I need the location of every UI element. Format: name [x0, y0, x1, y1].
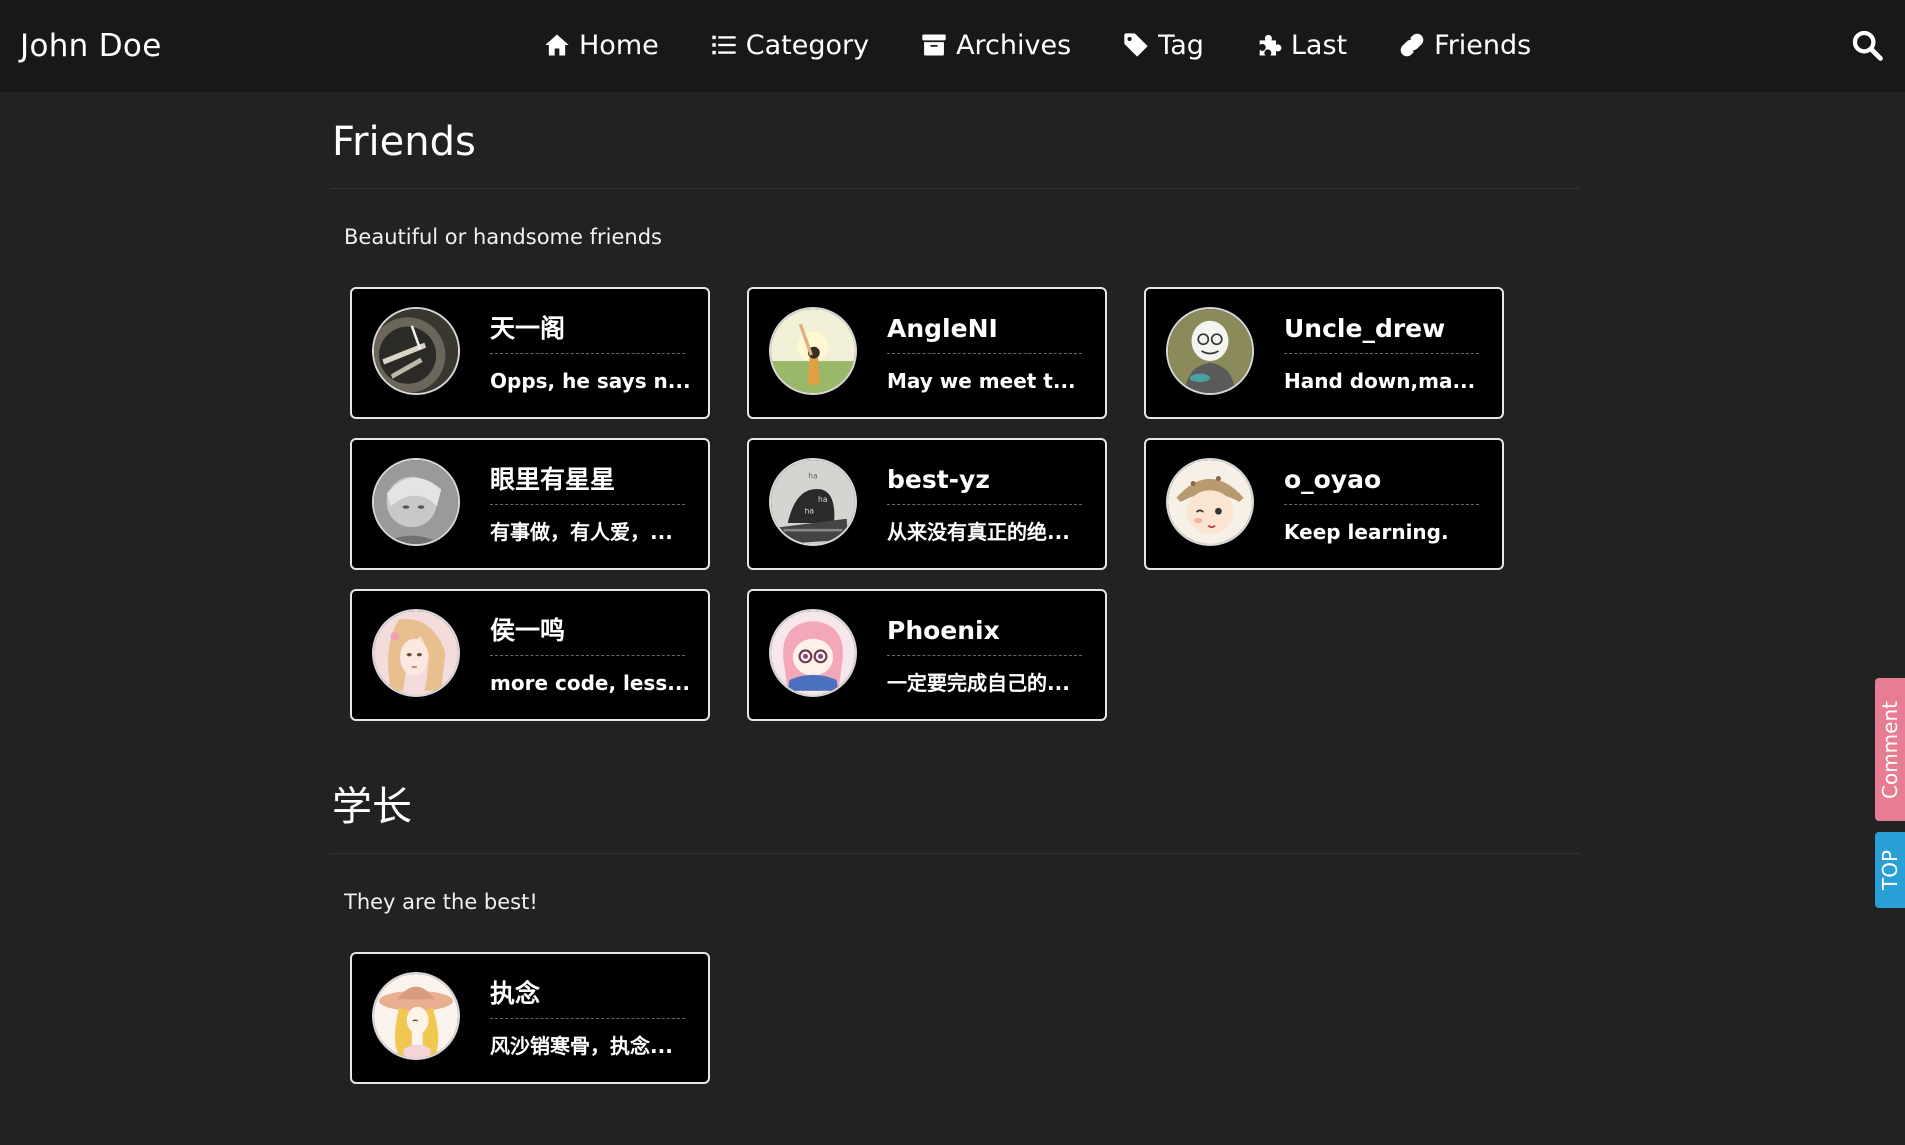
friend-name: 执念 [490, 978, 685, 1019]
friend-card[interactable]: 侯一鸣 more code, less... [350, 589, 710, 721]
friend-description: more code, less... [490, 671, 690, 695]
avatar [769, 609, 857, 697]
search-icon [1852, 30, 1883, 61]
nav-archives[interactable]: Archives [919, 30, 1071, 61]
friend-name: 天一阁 [490, 313, 685, 354]
friend-name: best-yz [887, 464, 1082, 505]
nav-home[interactable]: Home [542, 30, 659, 61]
list-icon [709, 30, 739, 60]
friend-card[interactable]: o_oyao Keep learning. [1144, 438, 1504, 570]
avatar [372, 458, 460, 546]
friend-description: Opps, he says n... [490, 369, 690, 393]
avatar: ha ha ha [769, 458, 857, 546]
friend-card[interactable]: 天一阁 Opps, he says n... [350, 287, 710, 419]
top-tab-label: TOP [1878, 849, 1902, 891]
friends-section: Friends Beautiful or handsome friends 天一… [330, 118, 1580, 721]
section-title-friends: Friends [332, 119, 476, 165]
friend-cards-grid: 执念 风沙销寒骨，执念... [350, 952, 1580, 1084]
comment-side-tab[interactable]: Comment [1875, 678, 1905, 821]
nav-archives-label: Archives [956, 29, 1072, 61]
friend-name: AngleNI [887, 313, 1082, 354]
friend-description: Keep learning. [1284, 520, 1449, 544]
avatar [1166, 458, 1254, 546]
friend-name: 眼里有星星 [490, 464, 685, 505]
nav-friends[interactable]: Friends [1397, 30, 1531, 61]
puzzle-icon [1254, 30, 1284, 60]
nav-tag-label: Tag [1158, 29, 1204, 61]
nav-links: Home Category Archives Tag Last Friends [542, 25, 1531, 65]
section-divider [330, 853, 1580, 854]
avatar [372, 609, 460, 697]
back-to-top-tab[interactable]: TOP [1875, 832, 1905, 908]
search-button[interactable] [1848, 26, 1886, 64]
friend-description: Hand down,ma... [1284, 369, 1476, 393]
friend-name: o_oyao [1284, 464, 1479, 505]
svg-text:ha: ha [818, 495, 827, 504]
friend-description: 有事做，有人爱，... [490, 520, 673, 544]
friend-name: 侯一鸣 [490, 615, 685, 656]
seniors-section: 学长 They are the best! 执念 风沙销寒骨，执念... [330, 783, 1580, 1084]
comment-tab-label: Comment [1878, 700, 1902, 799]
avatar [1166, 307, 1254, 395]
nav-last[interactable]: Last [1254, 30, 1347, 61]
nav-home-label: Home [579, 29, 659, 61]
section-description: They are the best! [344, 890, 538, 914]
main-content: Friends Beautiful or handsome friends 天一… [330, 92, 1580, 1084]
friend-card[interactable]: 眼里有星星 有事做，有人爱，... [350, 438, 710, 570]
section-description: Beautiful or handsome friends [344, 225, 662, 249]
link-icon [1397, 30, 1427, 60]
friend-card[interactable]: Phoenix 一定要完成自己的... [747, 589, 1107, 721]
avatar [769, 307, 857, 395]
nav-category[interactable]: Category [709, 30, 869, 61]
tag-icon [1121, 30, 1151, 60]
friend-name: Phoenix [887, 615, 1082, 656]
nav-last-label: Last [1290, 29, 1348, 61]
friend-card[interactable]: 执念 风沙销寒骨，执念... [350, 952, 710, 1084]
section-divider [330, 188, 1580, 189]
friend-description: 从来没有真正的绝... [887, 520, 1070, 544]
friend-name: Uncle_drew [1284, 313, 1479, 354]
friend-description: 风沙销寒骨，执念... [490, 1034, 673, 1058]
nav-tag[interactable]: Tag [1121, 30, 1204, 61]
site-brand[interactable]: John Doe [20, 27, 162, 65]
svg-text:ha: ha [808, 471, 817, 480]
friend-card[interactable]: Uncle_drew Hand down,ma... [1144, 287, 1504, 419]
svg-text:ha: ha [805, 507, 814, 516]
nav-category-label: Category [745, 29, 870, 61]
friend-description: May we meet t... [887, 369, 1076, 393]
nav-friends-label: Friends [1434, 29, 1532, 61]
section-title-seniors: 学长 [332, 784, 412, 830]
friend-card[interactable]: AngleNI May we meet t... [747, 287, 1107, 419]
avatar [372, 307, 460, 395]
top-navbar: John Doe Home Category Archives Tag Last… [0, 0, 1905, 92]
avatar [372, 972, 460, 1060]
home-icon [542, 30, 572, 60]
friend-cards-grid: 天一阁 Opps, he says n... AngleNI May we me… [350, 287, 1580, 721]
friend-description: 一定要完成自己的... [887, 671, 1070, 695]
friend-card[interactable]: ha ha ha best-yz 从来没有真正的绝... [747, 438, 1107, 570]
archive-icon [919, 30, 949, 60]
